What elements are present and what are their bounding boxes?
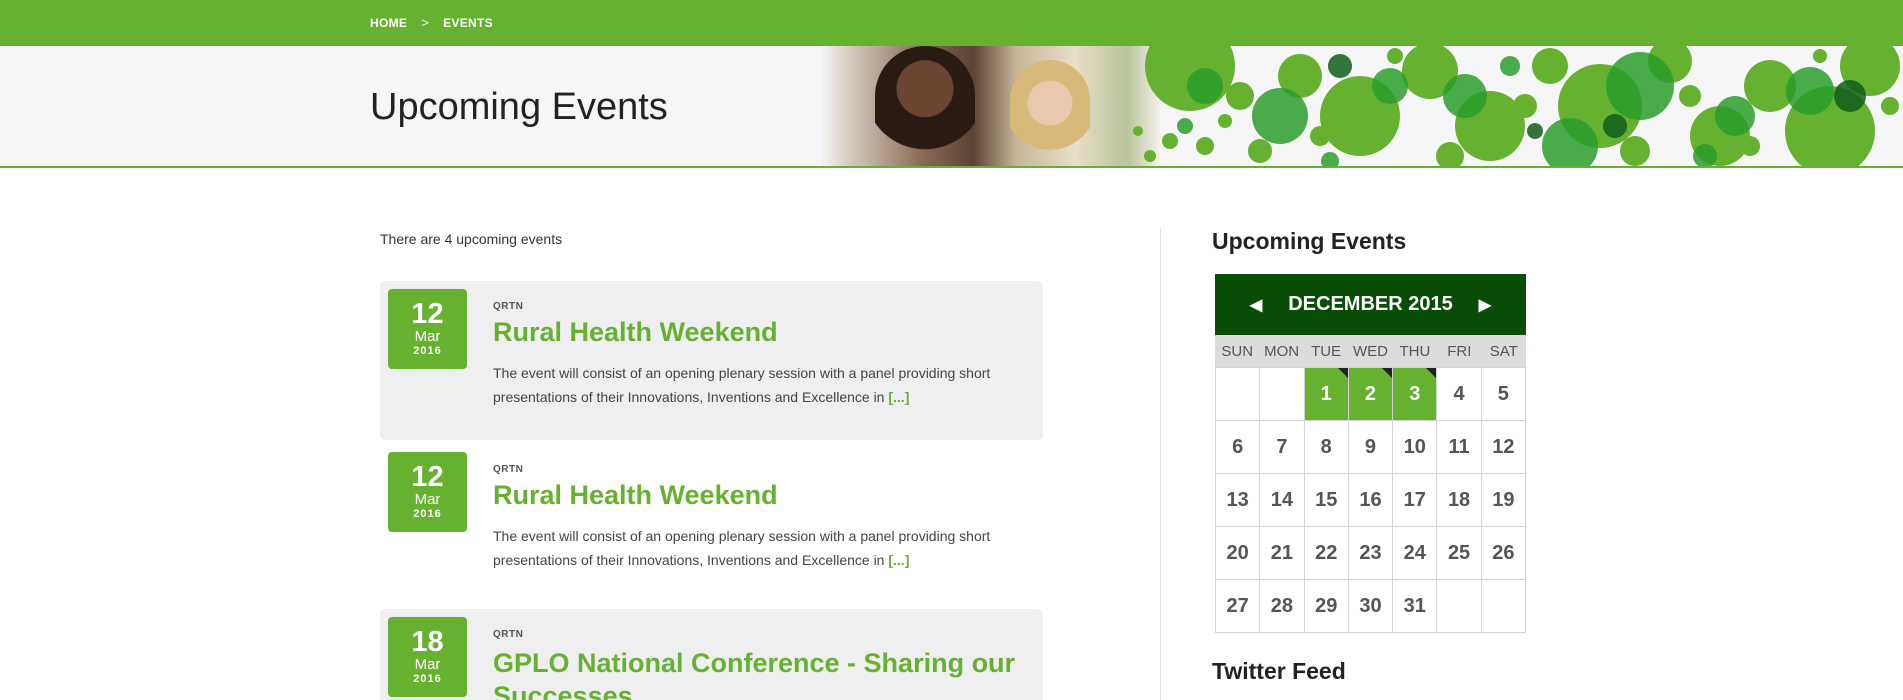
calendar-day[interactable]: 3 xyxy=(1393,368,1438,421)
event-description-text: The event will consist of an opening ple… xyxy=(493,365,991,405)
calendar-day: 5 xyxy=(1481,368,1526,421)
event-date-badge: 18 Mar 2016 xyxy=(388,617,467,697)
page-title: Upcoming Events xyxy=(370,86,668,128)
event-day: 12 xyxy=(411,461,444,493)
calendar-day: 7 xyxy=(1260,421,1305,474)
event-description: The event will consist of an opening ple… xyxy=(493,524,1033,572)
calendar-day: 26 xyxy=(1481,527,1526,580)
calendar-day: 28 xyxy=(1260,580,1305,633)
calendar-next-arrow-icon[interactable]: ▶ xyxy=(1479,295,1491,315)
calendar-day[interactable]: 1 xyxy=(1304,368,1349,421)
calendar-day: 17 xyxy=(1393,474,1438,527)
twitter-feed-heading: Twitter Feed xyxy=(1212,658,1346,684)
calendar-prev-arrow-icon[interactable]: ◀ xyxy=(1250,295,1262,315)
breadcrumb-current[interactable]: EVENTS xyxy=(443,16,493,30)
calendar-day: 18 xyxy=(1437,474,1482,527)
calendar-day[interactable]: 2 xyxy=(1348,368,1394,421)
event-category: QRTN xyxy=(493,629,524,640)
read-more-link[interactable]: [...] xyxy=(888,552,909,568)
calendar-weekday: THU xyxy=(1399,342,1431,360)
column-divider xyxy=(1160,228,1161,700)
event-category: QRTN xyxy=(493,464,524,475)
calendar-empty-cell xyxy=(1216,368,1261,421)
calendar-empty-cell xyxy=(1260,368,1305,421)
event-day: 18 xyxy=(411,626,444,658)
calendar-day: 16 xyxy=(1348,474,1394,527)
calendar-day: 10 xyxy=(1393,421,1438,474)
event-year: 2016 xyxy=(413,673,442,685)
event-description-text: The event will consist of an opening ple… xyxy=(493,528,991,568)
event-marker-icon xyxy=(1337,368,1348,378)
banner-person-1 xyxy=(875,46,975,166)
calendar-weekday: FRI xyxy=(1447,342,1472,360)
calendar-day: 25 xyxy=(1437,527,1482,580)
calendar-day: 31 xyxy=(1393,580,1438,633)
breadcrumb: HOME > EVENTS xyxy=(370,15,493,30)
breadcrumb-bar: HOME > EVENTS xyxy=(0,0,1903,46)
read-more-link[interactable]: [...] xyxy=(888,389,909,405)
event-month: Mar xyxy=(414,656,441,673)
calendar-grid: 1 2 3 4 5 6 7 8 9 10 11 12 13 14 15 16 17 18 19 20 21 22 23 24 2… xyxy=(1215,367,1526,633)
event-title-link[interactable]: GPLO National Conference - Sharing our S… xyxy=(493,647,1033,700)
event-title-link[interactable]: Rural Health Weekend xyxy=(493,317,778,348)
calendar-day: 15 xyxy=(1304,474,1349,527)
breadcrumb-separator: > xyxy=(421,15,430,30)
calendar-day: 30 xyxy=(1348,580,1394,633)
calendar-day: 20 xyxy=(1216,527,1261,580)
calendar-month-label: DECEMBER 2015 xyxy=(1288,293,1453,315)
event-marker-icon xyxy=(1382,368,1393,378)
event-marker-icon xyxy=(1426,368,1437,378)
event-card[interactable]: 18 Mar 2016 QRTN GPLO National Conferenc… xyxy=(380,609,1043,700)
calendar-day: 14 xyxy=(1260,474,1305,527)
calendar-day: 24 xyxy=(1393,527,1438,580)
sidebar-events-heading: Upcoming Events xyxy=(1212,228,1407,254)
calendar-day: 23 xyxy=(1348,527,1394,580)
calendar-day: 21 xyxy=(1260,527,1305,580)
calendar-day: 12 xyxy=(1481,421,1526,474)
event-date-badge: 12 Mar 2016 xyxy=(388,289,467,369)
calendar-weekdays: SUN MON TUE WED THU FRI SAT xyxy=(1215,335,1526,367)
calendar-day: 19 xyxy=(1481,474,1526,527)
calendar-day: 22 xyxy=(1304,527,1349,580)
calendar-weekday: MON xyxy=(1264,342,1300,360)
calendar-day: 8 xyxy=(1304,421,1349,474)
breadcrumb-home-link[interactable]: HOME xyxy=(370,16,407,30)
banner-photo xyxy=(820,46,1160,166)
banner-person-2 xyxy=(1010,60,1090,166)
calendar-weekday: SAT xyxy=(1489,342,1518,360)
calendar-weekday: TUE xyxy=(1311,342,1342,360)
calendar-day: 6 xyxy=(1216,421,1261,474)
event-description: The event will consist of an opening ple… xyxy=(493,361,1033,409)
event-day: 12 xyxy=(411,298,444,330)
events-calendar: ◀ DECEMBER 2015 ▶ SUN MON TUE WED THU FRI SAT … xyxy=(1215,274,1526,633)
event-card[interactable]: 12 Mar 2016 QRTN Rural Health Weekend Th… xyxy=(380,444,1043,603)
event-month: Mar xyxy=(414,328,441,345)
calendar-empty-cell xyxy=(1481,580,1526,633)
calendar-header: ◀ DECEMBER 2015 ▶ xyxy=(1215,274,1526,335)
banner-bubbles-graphic xyxy=(1133,46,1900,166)
event-title-link[interactable]: Rural Health Weekend xyxy=(493,480,778,511)
calendar-day: 9 xyxy=(1348,421,1394,474)
calendar-weekday: WED xyxy=(1352,342,1388,360)
event-year: 2016 xyxy=(413,508,442,520)
event-year: 2016 xyxy=(413,345,442,357)
calendar-day: 27 xyxy=(1216,580,1261,633)
calendar-day: 29 xyxy=(1304,580,1349,633)
event-month: Mar xyxy=(414,491,441,508)
calendar-day: 11 xyxy=(1437,421,1482,474)
calendar-weekday: SUN xyxy=(1221,342,1254,360)
calendar-day: 4 xyxy=(1437,368,1482,421)
events-count-text: There are 4 upcoming events xyxy=(380,231,563,247)
event-card[interactable]: 12 Mar 2016 QRTN Rural Health Weekend Th… xyxy=(380,281,1043,440)
event-date-badge: 12 Mar 2016 xyxy=(388,452,467,532)
calendar-empty-cell xyxy=(1437,580,1482,633)
page-banner: Upcoming Events xyxy=(0,46,1903,168)
calendar-day: 13 xyxy=(1216,474,1261,527)
event-category: QRTN xyxy=(493,301,524,312)
